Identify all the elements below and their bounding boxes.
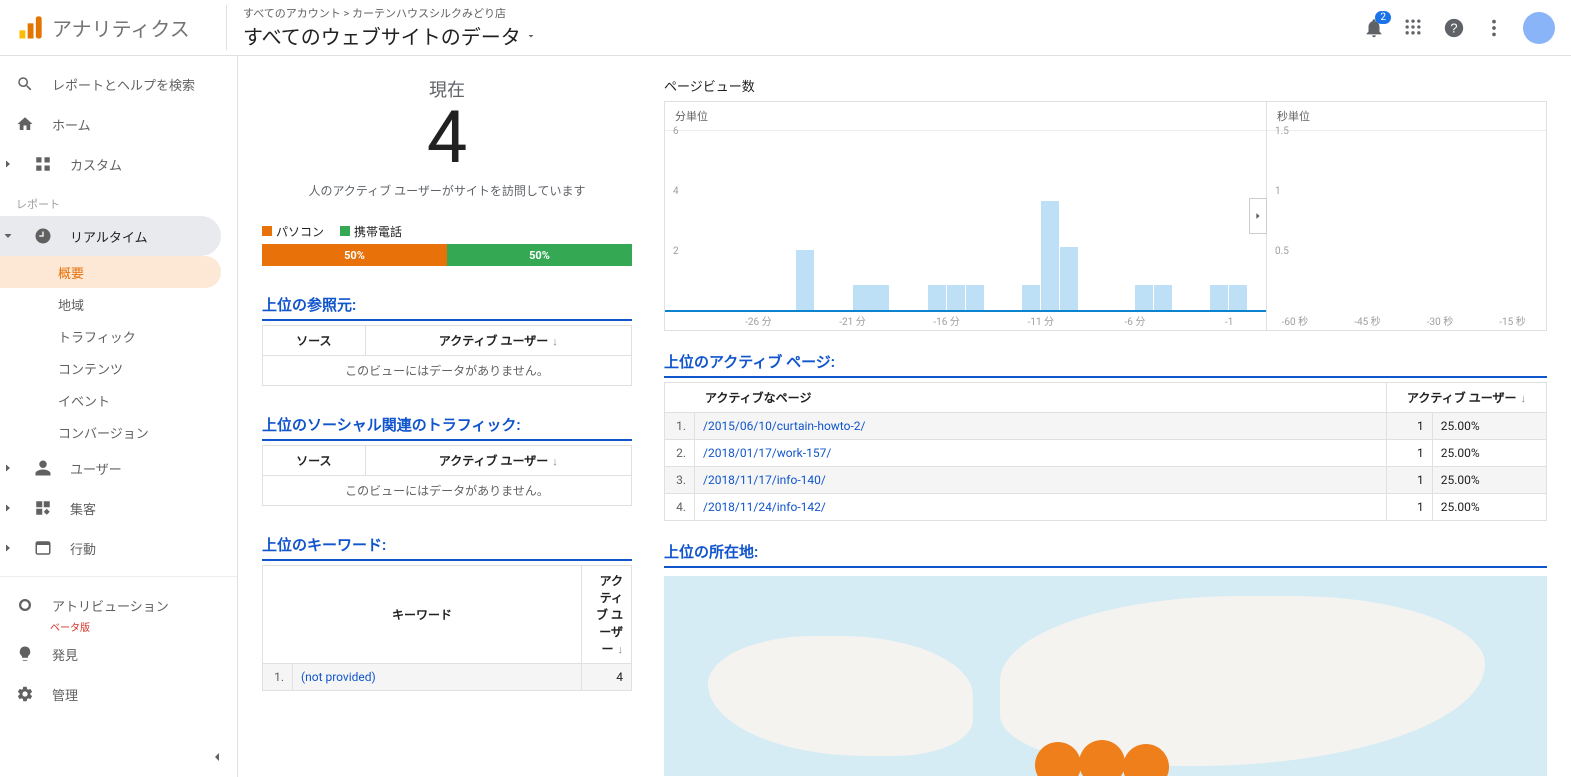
locations-title[interactable]: 上位の所在地: [664,541,1547,568]
sidebar-rt-content[interactable]: コンテンツ [0,352,237,384]
referrers-nodata: このビューにはデータがありません。 [263,356,632,386]
social-table: ソースアクティブ ユーザー このビューにはデータがありません。 [262,445,632,506]
sidebar: レポートとヘルプを検索 ホーム カスタム レポート リアルタイム 概要 地域 ト… [0,56,238,777]
sidebar-discover[interactable]: 発見 [0,634,237,674]
user-icon [34,459,52,477]
search-icon [16,75,34,93]
dashboard-icon [34,155,52,173]
col-active-users[interactable]: アクティブ ユーザー [365,446,631,476]
view-name: すべてのウェブサイトのデータ [243,21,521,50]
device-legend: パソコン 携帯電話 [262,223,632,240]
active-users-caption: 人のアクティブ ユーザーがサイトを訪問しています [262,182,632,199]
avatar[interactable] [1523,12,1555,44]
notifications-icon[interactable]: 2 [1363,17,1385,39]
desktop-segment: 50% [262,244,447,266]
keywords-title[interactable]: 上位のキーワード: [262,534,632,561]
table-row[interactable]: 4./2018/11/24/info-142/125.00% [665,494,1547,521]
keywords-table: キーワードアクティブ ユーザー 1.(not provided)4 [262,565,632,691]
behavior-icon [34,539,52,557]
minute-chart-label: 分単位 [665,102,1266,131]
sidebar-rt-overview[interactable]: 概要 [0,256,221,288]
col-active-users[interactable]: アクティブ ユーザー [1387,383,1547,413]
caret-down-icon [2,230,14,242]
legend-mobile: 携帯電話 [340,223,402,240]
apps-icon[interactable] [1403,17,1425,39]
col-source[interactable]: ソース [263,446,366,476]
sidebar-rt-conversions[interactable]: コンバージョン [0,416,237,448]
property-selector[interactable]: すべてのアカウント > カーテンハウスシルクみどり店 すべてのウェブサイトのデー… [226,5,1363,50]
breadcrumb: すべてのアカウント > カーテンハウスシルクみどり店 [243,5,1363,21]
beta-label: ベータ版 [0,619,237,634]
sidebar-audience[interactable]: ユーザー [0,448,237,488]
col-active-page[interactable]: アクティブなページ [665,383,1387,413]
svg-text:?: ? [1450,20,1457,35]
search-placeholder: レポートとヘルプを検索 [52,75,195,94]
sidebar-rt-events[interactable]: イベント [0,384,237,416]
analytics-logo-icon [16,14,44,42]
sidebar-rt-locations[interactable]: 地域 [0,288,237,320]
logo-block[interactable]: アナリティクス [16,13,226,42]
table-row[interactable]: 1./2015/06/10/curtain-howto-2/125.00% [665,413,1547,440]
table-row[interactable]: 3./2018/11/17/info-140/125.00% [665,467,1547,494]
second-chart: 秒単位 0.511.5-60 秒-45 秒-30 秒-15 秒 [1267,101,1547,331]
mobile-segment: 50% [447,244,632,266]
legend-desktop: パソコン [262,223,324,240]
home-icon [16,115,34,133]
sidebar-admin[interactable]: 管理 [0,674,237,714]
attribution-icon [16,596,34,614]
acquisition-icon [34,499,52,517]
social-nodata: このビューにはデータがありません。 [263,476,632,506]
clock-icon [34,227,52,245]
caret-right-icon [2,158,14,170]
social-title[interactable]: 上位のソーシャル関連のトラフィック: [262,414,632,441]
product-name: アナリティクス [52,13,190,42]
gear-icon [16,685,34,703]
col-active-users[interactable]: アクティブ ユーザー [582,566,632,664]
sidebar-behavior[interactable]: 行動 [0,528,237,568]
referrers-table: ソースアクティブ ユーザー このビューにはデータがありません。 [262,325,632,386]
app-header: アナリティクス すべてのアカウント > カーテンハウスシルクみどり店 すべてのウ… [0,0,1571,56]
referrers-title[interactable]: 上位の参照元: [262,294,632,321]
more-icon[interactable] [1483,17,1505,39]
sidebar-custom[interactable]: カスタム [0,144,237,184]
active-pages-table: アクティブなページアクティブ ユーザー 1./2015/06/10/curtai… [664,382,1547,521]
chevron-down-icon [525,30,537,42]
sidebar-home[interactable]: ホーム [0,104,237,144]
caret-right-icon [2,462,14,474]
sidebar-rt-traffic[interactable]: トラフィック [0,320,237,352]
pageviews-charts: 分単位 246-26 分-21 分-16 分-11 分-6 分-1 秒単位 0.… [664,101,1547,331]
sidebar-realtime[interactable]: リアルタイム [0,216,221,256]
main-content: 現在 4 人のアクティブ ユーザーがサイトを訪問しています パソコン 携帯電話 … [238,56,1571,777]
help-icon[interactable]: ? [1443,17,1465,39]
notif-badge: 2 [1375,11,1391,24]
active-pages-title[interactable]: 上位のアクティブ ページ: [664,351,1547,378]
table-row[interactable]: 1.(not provided)4 [263,664,632,691]
collapse-sidebar-icon[interactable] [209,749,225,765]
col-active-users[interactable]: アクティブ ユーザー [365,326,631,356]
reports-section-label: レポート [0,184,237,216]
table-row[interactable]: 2./2018/01/17/work-157/125.00% [665,440,1547,467]
caret-right-icon [2,542,14,554]
device-split-bar: 50% 50% [262,244,632,266]
second-chart-label: 秒単位 [1267,102,1546,131]
chart-expand-button[interactable] [1249,198,1267,234]
bulb-icon [16,645,34,663]
sidebar-acquisition[interactable]: 集客 [0,488,237,528]
locations-map[interactable] [664,576,1547,776]
active-users-count: 4 [262,102,632,174]
col-keyword[interactable]: キーワード [263,566,582,664]
pageviews-title: ページビュー数 [664,76,1547,95]
col-source[interactable]: ソース [263,326,366,356]
active-users-card: 現在 4 人のアクティブ ユーザーがサイトを訪問しています [262,76,632,199]
minute-chart: 分単位 246-26 分-21 分-16 分-11 分-6 分-1 [664,101,1267,331]
search-row[interactable]: レポートとヘルプを検索 [0,64,237,104]
caret-right-icon [2,502,14,514]
